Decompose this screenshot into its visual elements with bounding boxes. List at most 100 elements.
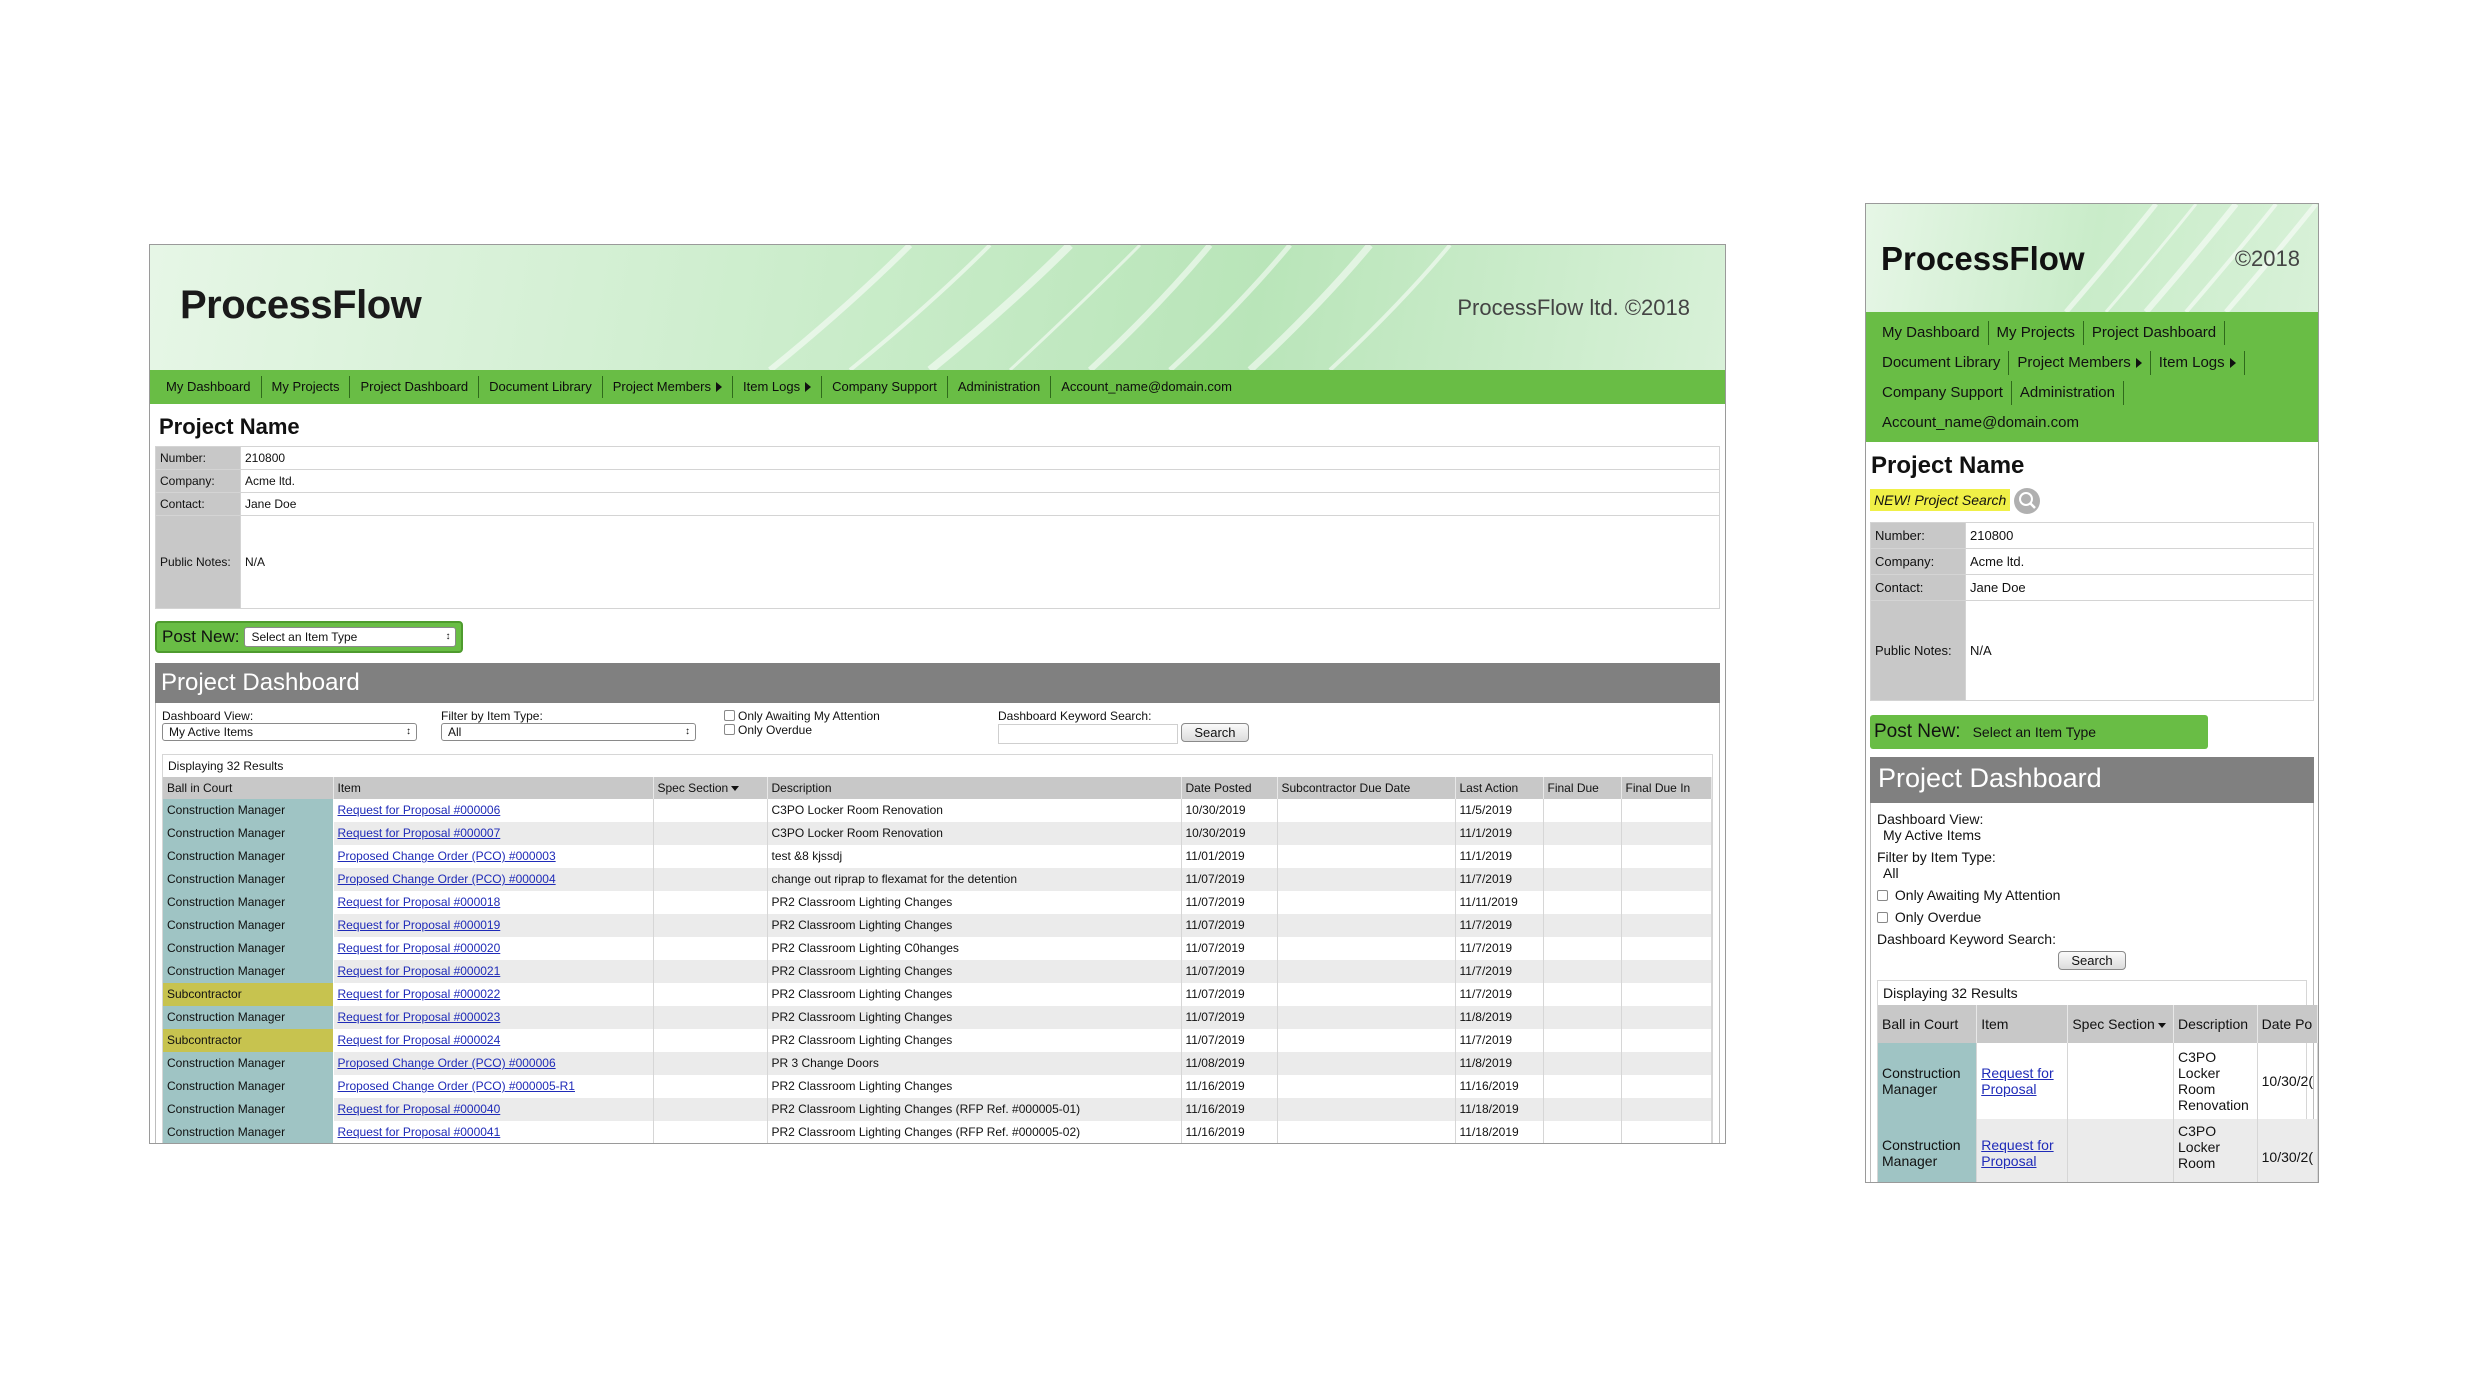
col-last-action[interactable]: Last Action [1455, 776, 1544, 799]
item-link[interactable]: Request for Proposal #000041 [338, 1125, 501, 1139]
last-action-cell: 11/7/2019 [1455, 959, 1544, 983]
nav-my-dashboard[interactable]: My Dashboard [1874, 321, 1989, 345]
keyword-search-input[interactable] [998, 723, 1178, 744]
dashboard-view-label: Dashboard View: [162, 709, 254, 723]
item-link[interactable]: Request for Proposal #000018 [338, 895, 501, 909]
col-spec-section[interactable]: Spec Section [2067, 1005, 2174, 1043]
item-link[interactable]: Request for Proposal #000020 [338, 941, 501, 955]
date-posted-cell: 11/16/2019 [1181, 1074, 1278, 1098]
only-overdue-checkbox[interactable] [1877, 912, 1888, 923]
table-row[interactable]: Construction Manager Proposed Change Orde… [163, 844, 1712, 868]
item-link[interactable]: Request for Proposal #000023 [338, 1010, 501, 1024]
nav-document-library[interactable]: Document Library [1874, 351, 2010, 375]
col-item[interactable]: Item [1976, 1005, 2069, 1043]
col-ball-in-court[interactable]: Ball in Court [1878, 1005, 1978, 1043]
col-date-posted[interactable]: Date Po [2257, 1005, 2318, 1043]
ball-in-court-cell: Construction Manager [163, 821, 334, 845]
nav-project-members-label: Project Members [612, 379, 711, 394]
filter-type-select[interactable]: All ↕ [441, 723, 696, 741]
col-final-due-in[interactable]: Final Due In [1621, 776, 1712, 799]
nav-item-logs[interactable]: Item Logs [733, 376, 823, 398]
project-search-link[interactable]: NEW! Project Search [1870, 489, 2011, 512]
nav-administration[interactable]: Administration [2012, 381, 2124, 405]
item-link[interactable]: Request for Proposal [1981, 1137, 2053, 1169]
col-ball-in-court[interactable]: Ball in Court [163, 776, 334, 799]
table-row[interactable]: Subcontractor Request for Proposal #00002… [163, 982, 1712, 1006]
nav-project-members[interactable]: Project Members [2009, 351, 2151, 375]
col-description[interactable]: Description [767, 776, 1182, 799]
dashboard-view-select[interactable]: My Active Items ↕ [162, 723, 417, 741]
nav-account[interactable]: Account_name@domain.com [1874, 411, 2087, 435]
item-link[interactable]: Request for Proposal #000019 [338, 918, 501, 932]
table-row[interactable]: Construction Manager Request for Proposal… [163, 936, 1712, 960]
table-row[interactable]: Construction Manager Proposed Change Orde… [163, 867, 1712, 891]
item-link[interactable]: Request for Proposal #000021 [338, 964, 501, 978]
col-date-posted[interactable]: Date Posted [1181, 776, 1278, 799]
dashboard-view-label: Dashboard View: [1877, 811, 1984, 827]
nav-my-dashboard[interactable]: My Dashboard [156, 376, 262, 398]
item-link[interactable]: Request for Proposal #000040 [338, 1102, 501, 1116]
item-link[interactable]: Request for Proposal #000006 [338, 803, 501, 817]
item-link[interactable]: Request for Proposal #000007 [338, 826, 501, 840]
nav-my-projects[interactable]: My Projects [262, 376, 351, 398]
table-row[interactable]: Construction Manager Request for Proposal… [163, 1097, 1712, 1121]
nav-item-logs[interactable]: Item Logs [2151, 351, 2245, 375]
brand-logo[interactable]: ProcessFlow [180, 283, 422, 328]
table-row[interactable]: Construction Manager Request for Proposal… [163, 798, 1712, 822]
col-item[interactable]: Item [333, 776, 654, 799]
col-final-due[interactable]: Final Due [1543, 776, 1622, 799]
copyright-text: ProcessFlow ltd. ©2018 [1457, 295, 1690, 320]
item-link[interactable]: Proposed Change Order (PCO) #000006 [338, 1056, 556, 1070]
col-description[interactable]: Description [2173, 1005, 2258, 1043]
nav-project-dashboard[interactable]: Project Dashboard [350, 376, 480, 398]
item-link[interactable]: Request for Proposal #000022 [338, 987, 501, 1001]
brand-logo[interactable]: ProcessFlow [1881, 240, 2085, 278]
last-action-cell: 11/5/2019 [1455, 798, 1544, 822]
nav-document-library[interactable]: Document Library [479, 376, 603, 398]
nav-administration[interactable]: Administration [948, 376, 1052, 398]
item-link[interactable]: Proposed Change Order (PCO) #000003 [338, 849, 556, 863]
dashboard-panel: Dashboard View: My Active Items ↕ Filter … [155, 703, 1720, 1143]
nav-account[interactable]: Account_name@domain.com [1051, 376, 1242, 398]
dashboard-view-select[interactable]: My Active Items [1877, 827, 2307, 843]
filter-type-select[interactable]: All [1877, 865, 2307, 881]
item-link[interactable]: Request for Proposal #000024 [338, 1033, 501, 1047]
awaiting-attention-checkbox[interactable] [1877, 890, 1888, 901]
awaiting-attention-checkbox[interactable] [724, 710, 735, 721]
nav-company-support[interactable]: Company Support [1874, 381, 2012, 405]
table-row[interactable]: Construction Manager Proposed Change Orde… [163, 1051, 1712, 1075]
final-due-cell [1543, 936, 1622, 960]
item-type-select[interactable]: Select an Item Type [1973, 724, 2096, 740]
final-due-in-cell [1621, 1028, 1712, 1052]
item-link[interactable]: Request for Proposal [1981, 1065, 2053, 1097]
nav-project-dashboard[interactable]: Project Dashboard [2084, 321, 2226, 345]
post-new-bar: Post New: Select an Item Type [1870, 715, 2208, 749]
table-row[interactable]: Construction Manager Proposed Change Orde… [163, 1074, 1712, 1098]
table-row[interactable]: Construction Manager Request for Proposal… [163, 913, 1712, 937]
table-row[interactable]: Construction Manager Request for Proposal… [163, 1120, 1712, 1143]
col-spec-section[interactable]: Spec Section [653, 776, 768, 799]
search-button[interactable]: Search [1181, 723, 1249, 742]
table-row[interactable]: Construction Manager Request for Proposal… [163, 821, 1712, 845]
search-icon[interactable] [2014, 488, 2041, 514]
item-type-select[interactable]: Select an Item Type ↕ [244, 627, 457, 647]
item-link[interactable]: Proposed Change Order (PCO) #000004 [338, 872, 556, 886]
item-cell: Request for Proposal #000040 [333, 1097, 654, 1121]
only-overdue-checkbox[interactable] [724, 724, 735, 735]
col-sub-due-date[interactable]: Subcontractor Due Date [1277, 776, 1456, 799]
filter-type-label: Filter by Item Type: [1877, 849, 1996, 865]
table-row[interactable]: Construction Manager Request for Proposal… [163, 890, 1712, 914]
item-cell: Request for Proposal [1976, 1043, 2069, 1119]
table-row[interactable]: Construction Manager Request for Proposa… [1878, 1119, 2318, 1182]
item-link[interactable]: Proposed Change Order (PCO) #000005-R1 [338, 1079, 575, 1093]
search-button[interactable]: Search [2058, 951, 2126, 970]
nav-company-support[interactable]: Company Support [822, 376, 948, 398]
table-row[interactable]: Construction Manager Request for Proposa… [1878, 1043, 2318, 1119]
nav-my-projects[interactable]: My Projects [1989, 321, 2084, 345]
project-notes: N/A [1965, 600, 2314, 701]
table-row[interactable]: Construction Manager Request for Proposal… [163, 1005, 1712, 1029]
nav-project-members[interactable]: Project Members [603, 376, 733, 398]
date-posted-cell: 11/07/2019 [1181, 936, 1278, 960]
table-row[interactable]: Construction Manager Request for Proposal… [163, 959, 1712, 983]
table-row[interactable]: Subcontractor Request for Proposal #00002… [163, 1028, 1712, 1052]
